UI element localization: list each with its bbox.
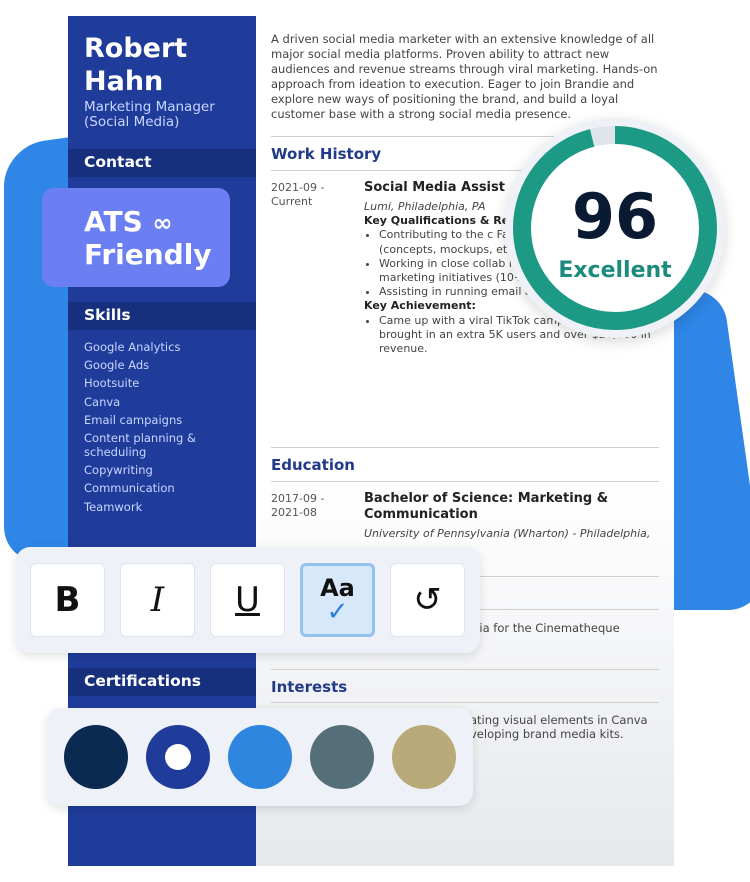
color-swatch[interactable] bbox=[310, 725, 374, 789]
skill-item: Teamwork bbox=[84, 499, 143, 514]
link-icon: ∞ bbox=[152, 209, 173, 237]
italic-icon: I bbox=[150, 580, 165, 620]
underline-button[interactable]: U bbox=[210, 563, 285, 637]
score-value: 96 bbox=[571, 180, 659, 253]
skills-list: Google Analytics Google Ads Hootsuite Canva… bbox=[84, 340, 244, 518]
section-skills: Skills bbox=[68, 302, 256, 330]
bold-icon: B bbox=[54, 580, 81, 620]
skill-item: Canva bbox=[84, 394, 121, 409]
certification-text: edia for the Cinematheque22 bbox=[465, 621, 620, 649]
interests-text: ating visual elements in Canva veloping b… bbox=[470, 713, 648, 741]
divider bbox=[271, 702, 659, 703]
check-icon: ✓ bbox=[326, 597, 349, 627]
section-contact: Contact bbox=[68, 149, 256, 177]
color-swatch[interactable] bbox=[146, 725, 210, 789]
color-swatch[interactable] bbox=[392, 725, 456, 789]
bold-button[interactable]: B bbox=[30, 563, 105, 637]
underline-icon: U bbox=[235, 580, 260, 620]
interests-heading: Interests bbox=[271, 678, 348, 696]
score-label: Excellent bbox=[558, 258, 672, 283]
skill-item: Google Ads bbox=[84, 358, 150, 373]
skill-item: Google Analytics bbox=[84, 340, 181, 354]
ats-friendly-badge: ATS ∞ Friendly bbox=[42, 188, 230, 287]
divider bbox=[271, 669, 659, 670]
section-certifications: Certifications bbox=[68, 668, 256, 696]
skill-item: Content planning & scheduling bbox=[84, 430, 196, 459]
undo-button[interactable]: ↺ bbox=[390, 563, 465, 637]
italic-button[interactable]: I bbox=[120, 563, 195, 637]
undo-icon: ↺ bbox=[413, 580, 442, 620]
job-dates: 2021-09 - Current bbox=[271, 181, 325, 208]
color-swatch[interactable] bbox=[228, 725, 292, 789]
skill-item: Copywriting bbox=[84, 463, 153, 478]
education-entry: Bachelor of Science: Marketing & Communi… bbox=[364, 491, 651, 540]
skill-item: Email campaigns bbox=[84, 412, 183, 427]
divider bbox=[271, 481, 659, 482]
resume-name: Robert Hahn bbox=[84, 33, 188, 97]
summary: A driven social media marketer with an e… bbox=[271, 32, 658, 121]
skill-item: Hootsuite bbox=[84, 376, 140, 391]
skill-item: Communication bbox=[84, 481, 175, 496]
resume-role: Marketing Manager (Social Media) bbox=[84, 99, 215, 130]
education-heading: Education bbox=[271, 456, 355, 474]
spellcheck-button[interactable]: Aa ✓ bbox=[300, 563, 375, 637]
divider bbox=[271, 447, 659, 448]
selected-indicator bbox=[165, 744, 191, 770]
education-dates: 2017-09 -2021-08 bbox=[271, 492, 325, 519]
color-swatch[interactable] bbox=[64, 725, 128, 789]
